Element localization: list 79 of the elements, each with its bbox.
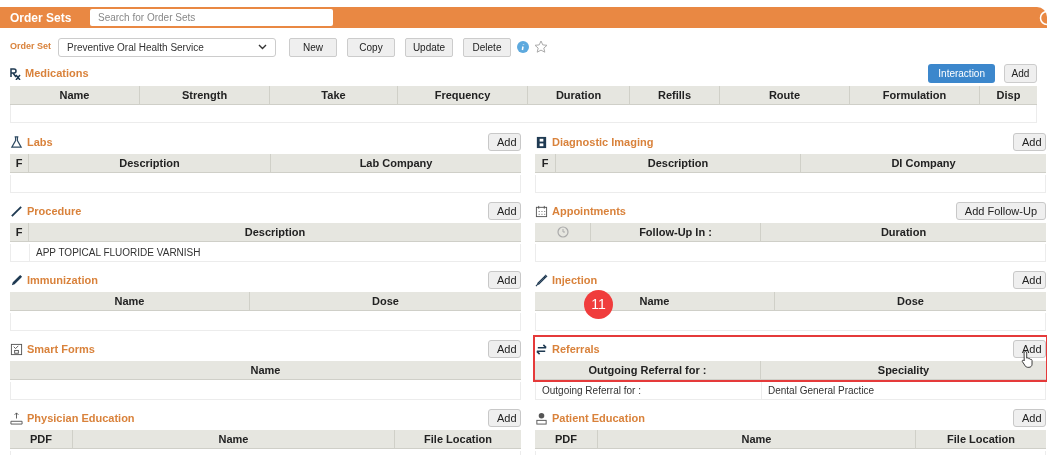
info-icon[interactable] xyxy=(517,41,529,53)
order-set-select[interactable]: Preventive Oral Health Service xyxy=(58,37,276,57)
clock-icon xyxy=(556,226,569,238)
toolbar-button[interactable]: Copy xyxy=(347,37,395,57)
add-button[interactable]: Add xyxy=(488,271,521,289)
column-header: Description xyxy=(647,155,709,171)
toolbar-button[interactable]: Update xyxy=(405,37,453,57)
column-header: File Location xyxy=(947,431,1015,447)
search-field[interactable]: Search for Order Sets xyxy=(90,9,333,26)
column-header: Description xyxy=(119,155,180,171)
add-button[interactable]: Add xyxy=(1013,271,1046,289)
column-header: Name xyxy=(639,293,670,309)
section-title: Patient Education xyxy=(552,410,645,426)
add-button[interactable]: Add xyxy=(1013,340,1046,358)
add-button[interactable]: Add xyxy=(488,409,521,427)
chevron-down-icon xyxy=(258,44,267,50)
column-header: Duration xyxy=(880,224,927,240)
column-header: Speciality xyxy=(877,362,930,378)
person-book-icon xyxy=(535,411,548,425)
scalpel-icon xyxy=(10,204,23,218)
table-cell-text: Outgoing Referral for : xyxy=(542,384,641,398)
add-button[interactable]: Add Follow-Up xyxy=(955,202,1046,220)
column-header: Name xyxy=(59,87,90,103)
column-header: Name xyxy=(741,431,772,447)
column-header: Refills xyxy=(658,87,691,103)
column-header: Take xyxy=(321,87,346,103)
order-set-label: Order Set xyxy=(10,40,52,54)
upload-tray-icon xyxy=(10,411,23,425)
add-button[interactable]: Add xyxy=(488,340,521,358)
toolbar-button[interactable]: New xyxy=(289,37,337,57)
column-header: Follow-Up In : xyxy=(639,224,712,240)
section-title: Physician Education xyxy=(27,410,135,426)
section-title: Immunization xyxy=(27,272,98,288)
column-header: F xyxy=(541,155,549,171)
column-header: Frequency xyxy=(434,87,491,103)
column-header: Formulation xyxy=(882,87,947,103)
column-header: Name xyxy=(250,362,281,378)
section-title: Injection xyxy=(552,272,598,288)
star-icon[interactable] xyxy=(534,40,548,54)
column-header: PDF xyxy=(30,431,52,447)
column-header: PDF xyxy=(555,431,577,447)
table-cell-text: Dental General Practice xyxy=(768,384,875,398)
column-header: Dose xyxy=(897,293,924,309)
add-button[interactable]: Add xyxy=(1013,409,1046,427)
column-header: F xyxy=(15,224,23,240)
column-header: Description xyxy=(244,224,306,240)
section-title: Medications xyxy=(25,66,89,82)
add-button[interactable]: Add xyxy=(1013,133,1046,151)
column-header: Duration xyxy=(555,87,602,103)
header-title: Order Sets xyxy=(10,9,73,27)
column-header: Route xyxy=(768,87,801,103)
add-button[interactable]: Add xyxy=(488,133,521,151)
column-header: Name xyxy=(218,431,249,447)
section-title: Smart Forms xyxy=(27,341,95,357)
column-header: F xyxy=(15,155,23,171)
film-icon xyxy=(535,135,548,149)
rx-icon xyxy=(10,67,21,80)
column-header: Dose xyxy=(372,293,399,309)
column-header: Outgoing Referral for : xyxy=(588,362,707,378)
column-header: File Location xyxy=(424,431,492,447)
column-header: DI Company xyxy=(891,155,956,171)
section-title: Diagnostic Imaging xyxy=(552,134,654,150)
calendar-icon xyxy=(535,204,548,218)
section-title: Appointments xyxy=(552,203,626,219)
column-header: Strength xyxy=(181,87,228,103)
form-icon xyxy=(10,342,23,356)
flask-icon xyxy=(10,135,23,149)
table-cell-text: APP TOPICAL FLUORIDE VARNISH xyxy=(36,246,201,260)
section-title: Referrals xyxy=(552,341,600,357)
swap-arrows-icon xyxy=(535,342,548,356)
column-header: Lab Company xyxy=(359,155,433,171)
section-title: Procedure xyxy=(27,203,82,219)
interaction-button[interactable]: Interaction xyxy=(928,64,995,83)
section-title: Labs xyxy=(27,134,53,150)
column-header: Name xyxy=(114,293,145,309)
add-button[interactable]: Add xyxy=(488,202,521,220)
add-button[interactable]: Add xyxy=(1004,64,1037,83)
toolbar-button[interactable]: Delete xyxy=(463,37,511,57)
column-header: Disp xyxy=(996,87,1021,103)
